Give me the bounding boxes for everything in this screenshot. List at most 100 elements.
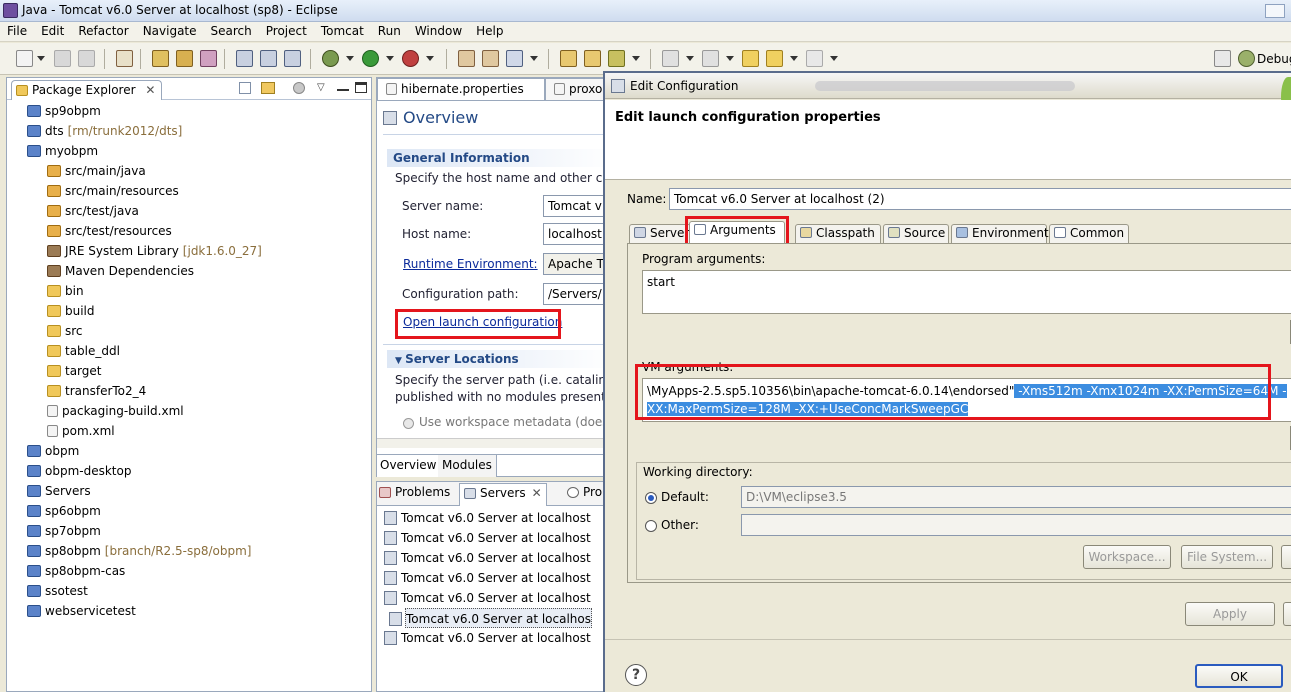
chevron-down-icon[interactable] — [426, 56, 434, 61]
open-resource-icon[interactable] — [482, 50, 499, 67]
server-list-item[interactable]: Tomcat v6.0 Server at localhost — [384, 528, 591, 548]
variables-button[interactable] — [1281, 545, 1291, 569]
view-menu-icon[interactable]: ▽ — [317, 82, 325, 93]
tree-item[interactable]: myobpm — [27, 141, 98, 161]
maximize-view-icon[interactable] — [355, 82, 367, 93]
external-tools-icon[interactable] — [402, 50, 419, 67]
vm-arguments-textarea[interactable]: \MyApps-2.5.sp5.10356\bin\apache-tomcat-… — [642, 378, 1291, 422]
tab-arguments[interactable]: Arguments — [689, 221, 785, 243]
next-annotation-icon[interactable] — [662, 50, 679, 67]
debug-icon[interactable] — [322, 50, 339, 67]
tab-hibernate-properties[interactable]: hibernate.properties — [377, 78, 545, 100]
tab-server[interactable]: Server — [629, 224, 691, 243]
pencil-icon[interactable] — [608, 50, 625, 67]
server-list-item[interactable]: Tomcat v6.0 Server at localhost — [384, 548, 591, 568]
save-all-icon[interactable] — [78, 50, 95, 67]
tree-item[interactable]: Maven Dependencies — [47, 261, 194, 281]
new-icon[interactable] — [16, 50, 33, 67]
tab-servers[interactable]: Servers ✕ — [459, 483, 547, 506]
tree-item[interactable]: pom.xml — [47, 421, 115, 441]
back-arrow-icon[interactable] — [766, 50, 783, 67]
menu-refactor[interactable]: Refactor — [71, 22, 135, 41]
menu-search[interactable]: Search — [204, 22, 259, 41]
tree-item[interactable]: packaging-build.xml — [47, 401, 184, 421]
configuration-path-input[interactable]: /Servers/ — [543, 283, 607, 305]
use-workspace-radio[interactable] — [403, 418, 414, 429]
configuration-name-input[interactable]: Tomcat v6.0 Server at localhost (2) — [669, 188, 1291, 210]
menu-help[interactable]: Help — [469, 22, 510, 41]
other-directory-input[interactable] — [741, 514, 1291, 536]
tree-item[interactable]: target — [47, 361, 102, 381]
tree-item[interactable]: dts [rm/trunk2012/dts] — [27, 121, 182, 141]
server-name-input[interactable]: Tomcat v — [543, 195, 607, 217]
open-type-icon[interactable] — [458, 50, 475, 67]
menu-navigate[interactable]: Navigate — [136, 22, 204, 41]
tomcat-restart-icon[interactable] — [284, 50, 301, 67]
tree-item[interactable]: sp8obpm-cas — [27, 561, 125, 581]
menu-edit[interactable]: Edit — [34, 22, 71, 41]
link-with-editor-icon[interactable] — [261, 82, 275, 94]
help-icon[interactable]: ? — [625, 664, 647, 686]
tree-item[interactable]: obpm — [27, 441, 79, 461]
server-list-item[interactable]: Tomcat v6.0 Server at localhost — [384, 628, 591, 648]
filter-icon[interactable] — [293, 82, 305, 94]
server-locations-header[interactable]: ▼ Server Locations — [387, 350, 617, 368]
tree-item[interactable]: ssotest — [27, 581, 88, 601]
chevron-down-icon[interactable] — [686, 56, 694, 61]
tree-item[interactable]: src/test/java — [47, 201, 139, 221]
tab-proxo[interactable]: proxo — [545, 78, 607, 100]
runtime-environment-select[interactable]: Apache T — [543, 253, 607, 275]
tomcat-start-icon[interactable] — [236, 50, 253, 67]
run-icon[interactable] — [362, 50, 379, 67]
tree-item[interactable]: webservicetest — [27, 601, 136, 621]
tab-modules[interactable]: Modules — [438, 455, 497, 477]
debug-perspective-icon[interactable] — [1238, 50, 1255, 67]
tab-overview[interactable]: Overview — [377, 455, 441, 477]
menu-run[interactable]: Run — [371, 22, 408, 41]
other-radio[interactable] — [645, 520, 657, 532]
tab-problems[interactable]: Problems — [379, 485, 450, 499]
tree-item[interactable]: src/main/java — [47, 161, 146, 181]
program-arguments-textarea[interactable]: start — [642, 270, 1291, 314]
menu-window[interactable]: Window — [408, 22, 469, 41]
debug-perspective-label[interactable]: Debug — [1257, 52, 1291, 66]
apply-button[interactable]: Apply — [1185, 602, 1275, 626]
workspace-button[interactable]: Workspace... — [1083, 545, 1171, 569]
tree-item[interactable]: sp9obpm — [27, 101, 101, 121]
last-edit-icon[interactable] — [742, 50, 759, 67]
previous-annotation-icon[interactable] — [702, 50, 719, 67]
tree-item[interactable]: src/test/resources — [47, 221, 172, 241]
chevron-down-icon[interactable] — [386, 56, 394, 61]
tree-item[interactable]: JRE System Library [jdk1.6.0_27] — [47, 241, 262, 261]
chevron-down-icon[interactable] — [830, 56, 838, 61]
open-file-icon[interactable] — [584, 50, 601, 67]
tree-item[interactable]: src/main/resources — [47, 181, 179, 201]
chevron-down-icon[interactable] — [37, 56, 45, 61]
tomcat-stop-icon[interactable] — [260, 50, 277, 67]
tree-item[interactable]: transferTo2_4 — [47, 381, 146, 401]
tab-common[interactable]: Common — [1049, 224, 1129, 243]
default-directory-input[interactable]: D:\VM\eclipse3.5 — [741, 486, 1291, 508]
save-icon[interactable] — [54, 50, 71, 67]
tab-classpath[interactable]: Classpath — [795, 224, 881, 243]
menu-project[interactable]: Project — [259, 22, 314, 41]
tree-item[interactable]: src — [47, 321, 83, 341]
close-icon[interactable]: ✕ — [145, 83, 155, 97]
server-list-item[interactable]: Tomcat v6.0 Server at localhost — [384, 568, 591, 588]
open-folder-icon[interactable] — [560, 50, 577, 67]
menu-tomcat[interactable]: Tomcat — [314, 22, 371, 41]
package-explorer-tab[interactable]: Package Explorer ✕ — [11, 80, 163, 100]
tree-item[interactable]: sp6obpm — [27, 501, 101, 521]
new-class-icon[interactable] — [200, 50, 217, 67]
tab-progress[interactable]: Pro — [567, 485, 602, 499]
chevron-down-icon[interactable] — [346, 56, 354, 61]
tree-item[interactable]: bin — [47, 281, 84, 301]
tab-environment[interactable]: Environment — [951, 224, 1049, 243]
collapse-all-icon[interactable] — [239, 82, 251, 94]
tree-item[interactable]: sp7obpm — [27, 521, 101, 541]
runtime-environment-link[interactable]: Runtime Environment: — [403, 257, 538, 271]
open-launch-configuration-link[interactable]: Open launch configuration — [403, 315, 562, 329]
tree-item[interactable]: sp8obpm [branch/R2.5-sp8/obpm] — [27, 541, 251, 561]
tab-source[interactable]: Source — [883, 224, 949, 243]
open-perspective-icon[interactable] — [1214, 50, 1231, 67]
